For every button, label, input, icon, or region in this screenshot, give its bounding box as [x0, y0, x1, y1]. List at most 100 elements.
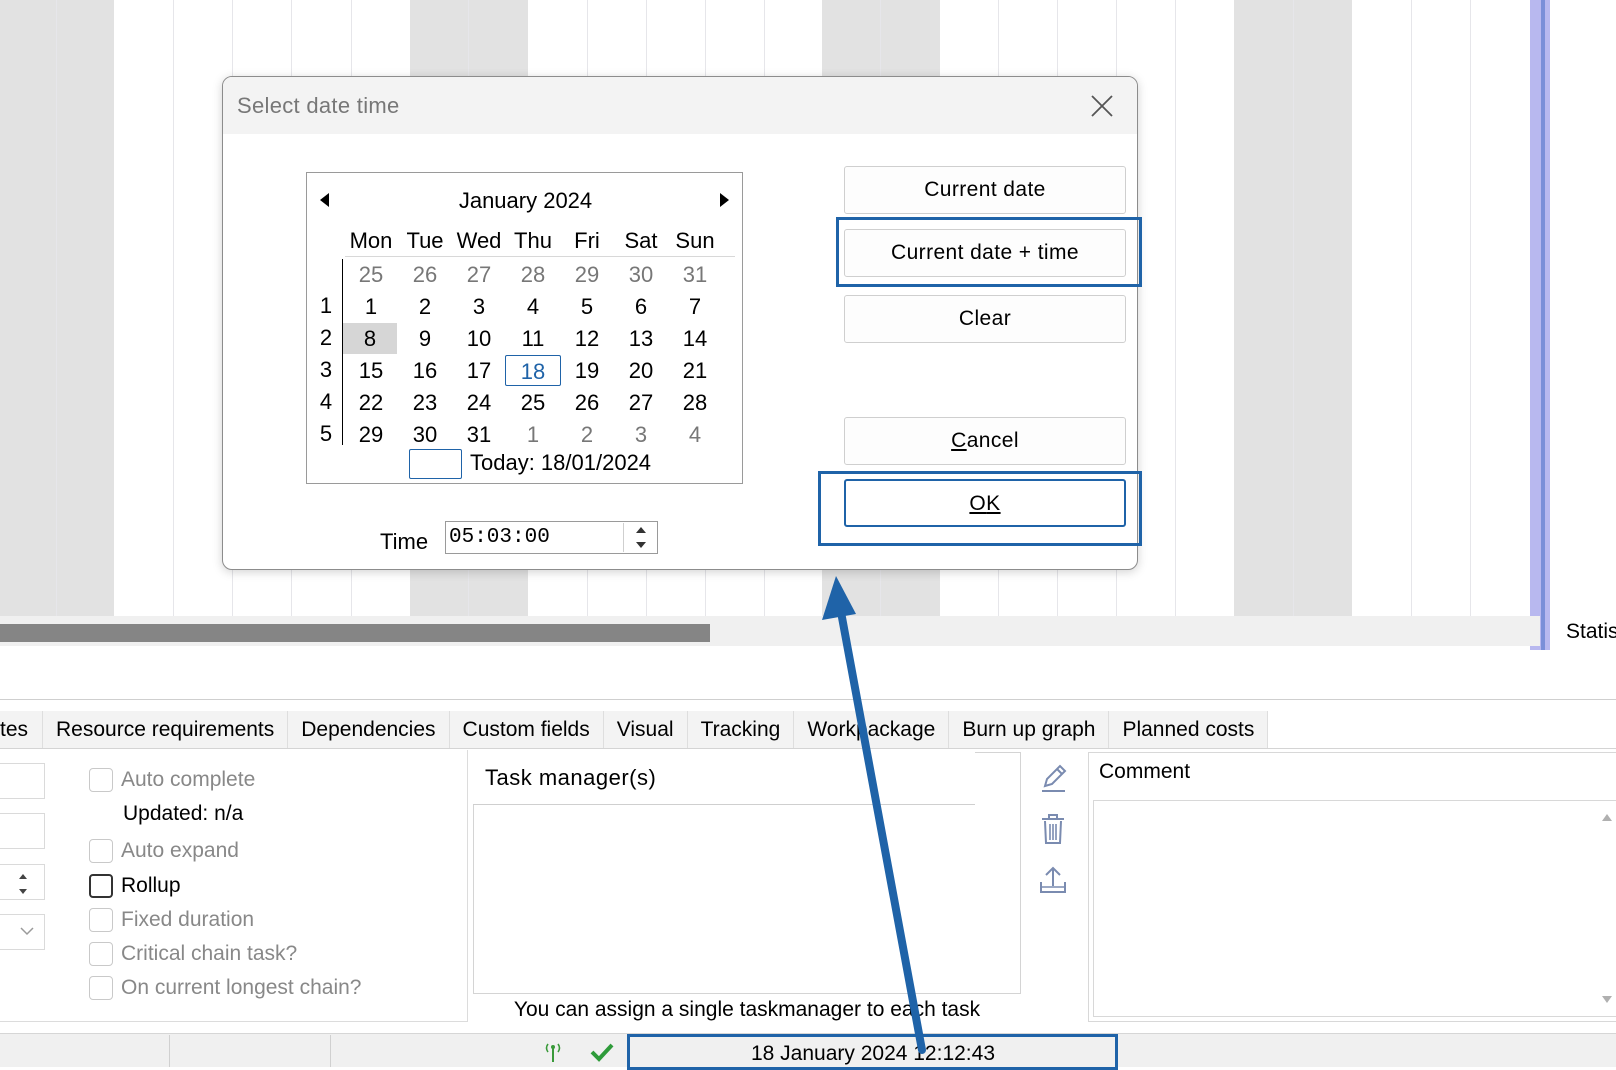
spin-down-icon[interactable]: [624, 538, 657, 552]
calendar-day[interactable]: 15: [343, 355, 399, 386]
calendar-day[interactable]: 18: [505, 355, 561, 386]
calendar-day[interactable]: 31: [451, 419, 507, 450]
close-icon[interactable]: [1087, 91, 1117, 121]
field-input[interactable]: [0, 813, 45, 849]
calendar-day[interactable]: 30: [397, 419, 453, 450]
calendar-day[interactable]: 11: [505, 323, 561, 354]
calendar-day[interactable]: 26: [397, 259, 453, 290]
calendar-day[interactable]: 3: [613, 419, 669, 450]
current-date-time-highlight: [836, 217, 1142, 287]
edit-pencil-icon[interactable]: [1037, 760, 1069, 794]
dropdown-select[interactable]: [0, 914, 45, 950]
calendar-day[interactable]: 4: [505, 291, 561, 322]
upload-icon[interactable]: [1037, 864, 1069, 898]
divider: [0, 699, 1616, 700]
calendar-day[interactable]: 12: [559, 323, 615, 354]
day-name: Fri: [574, 228, 600, 253]
current-date-button[interactable]: Current date: [844, 166, 1126, 214]
tab-notes[interactable]: tes: [0, 711, 43, 749]
calendar-day[interactable]: 2: [559, 419, 615, 450]
day-name: Sat: [624, 228, 658, 253]
calendar-day[interactable]: 10: [451, 323, 507, 354]
calendar-day[interactable]: 20: [613, 355, 669, 386]
calendar-month-label[interactable]: January 2024: [307, 188, 744, 214]
calendar-day[interactable]: 27: [451, 259, 507, 290]
tab-burn-up-graph[interactable]: Burn up graph: [949, 711, 1110, 749]
month-calendar: January 2024 Mon Tue Wed Thu Fri Sat Sun…: [306, 172, 743, 484]
calendar-day[interactable]: 3: [451, 291, 507, 322]
fixed-duration-checkbox[interactable]: [89, 908, 113, 932]
calendar-day[interactable]: 29: [559, 259, 615, 290]
calendar-day[interactable]: 21: [667, 355, 723, 386]
number-stepper[interactable]: [0, 864, 45, 900]
divider: [0, 748, 1616, 749]
calendar-day[interactable]: 23: [397, 387, 453, 418]
day-name: Thu: [514, 228, 552, 253]
calendar-day[interactable]: 24: [451, 387, 507, 418]
task-manager-hint: You can assign a single taskmanager to e…: [513, 998, 981, 1021]
calendar-day[interactable]: 25: [505, 387, 561, 418]
tab-tracking[interactable]: Tracking: [687, 711, 795, 749]
trash-icon[interactable]: [1037, 812, 1069, 846]
dialog-title: Select date time: [237, 93, 400, 118]
calendar-day[interactable]: 29: [343, 419, 399, 450]
rollup-label: Rollup: [121, 874, 181, 897]
week-number: 2: [319, 325, 333, 350]
calendar-day[interactable]: 5: [559, 291, 615, 322]
calendar-day[interactable]: 25: [343, 259, 399, 290]
horizontal-scrollbar-thumb[interactable]: [0, 624, 710, 642]
calendar-day[interactable]: 30: [613, 259, 669, 290]
longest-chain-checkbox[interactable]: [89, 976, 113, 1000]
week-number: 4: [319, 389, 333, 414]
day-name: Wed: [456, 228, 502, 253]
calendar-day[interactable]: 13: [613, 323, 669, 354]
auto-complete-checkbox[interactable]: [89, 768, 113, 792]
calendar-day[interactable]: 2: [397, 291, 453, 322]
calendar-day[interactable]: 27: [613, 387, 669, 418]
critical-chain-checkbox[interactable]: [89, 942, 113, 966]
auto-expand-label: Auto expand: [121, 839, 239, 862]
tab-custom-fields[interactable]: Custom fields: [449, 711, 604, 749]
today-indicator: [409, 449, 462, 479]
calendar-day[interactable]: 4: [667, 419, 723, 450]
calendar-day[interactable]: 28: [505, 259, 561, 290]
tab-resource-requirements[interactable]: Resource requirements: [43, 711, 289, 749]
next-month-icon[interactable]: [720, 193, 729, 207]
cancel-mnemonic: C: [951, 429, 967, 452]
calendar-day[interactable]: 14: [667, 323, 723, 354]
comment-textarea[interactable]: [1093, 800, 1616, 1017]
tab-planned-costs[interactable]: Planned costs: [1109, 711, 1269, 749]
clear-button[interactable]: Clear: [844, 295, 1126, 343]
tab-dependencies[interactable]: Dependencies: [288, 711, 450, 749]
tab-visual[interactable]: Visual: [603, 711, 688, 749]
status-column-label: Statis: [1566, 620, 1616, 643]
property-tabs: tes Resource requirements Dependencies C…: [0, 711, 1269, 749]
calendar-day[interactable]: 26: [559, 387, 615, 418]
calendar-day[interactable]: 17: [451, 355, 507, 386]
critical-chain-label: Critical chain task?: [121, 942, 298, 965]
day-name: Tue: [406, 228, 444, 253]
calendar-day[interactable]: 1: [505, 419, 561, 450]
rollup-checkbox[interactable]: [89, 874, 113, 898]
field-input[interactable]: [0, 763, 45, 799]
auto-expand-checkbox[interactable]: [89, 839, 113, 863]
time-label: Time: [380, 529, 429, 554]
week-number: 5: [319, 421, 333, 446]
calendar-day[interactable]: 16: [397, 355, 453, 386]
calendar-day[interactable]: 1: [343, 291, 399, 322]
calendar-day[interactable]: 22: [343, 387, 399, 418]
auto-complete-label: Auto complete: [121, 768, 256, 791]
calendar-day[interactable]: 9: [397, 323, 453, 354]
time-spinner[interactable]: [623, 523, 656, 552]
calendar-day[interactable]: 31: [667, 259, 723, 290]
calendar-day[interactable]: 7: [667, 291, 723, 322]
calendar-day[interactable]: 8: [343, 323, 397, 354]
calendar-day[interactable]: 28: [667, 387, 723, 418]
cancel-button[interactable]: Cancel: [844, 417, 1126, 465]
tab-workpackage[interactable]: Workpackage: [794, 711, 950, 749]
today-label[interactable]: Today: 18/01/2024: [470, 450, 651, 476]
spin-up-icon[interactable]: [624, 523, 657, 537]
calendar-day[interactable]: 19: [559, 355, 615, 386]
updated-label: Updated: n/a: [123, 802, 244, 825]
calendar-day[interactable]: 6: [613, 291, 669, 322]
